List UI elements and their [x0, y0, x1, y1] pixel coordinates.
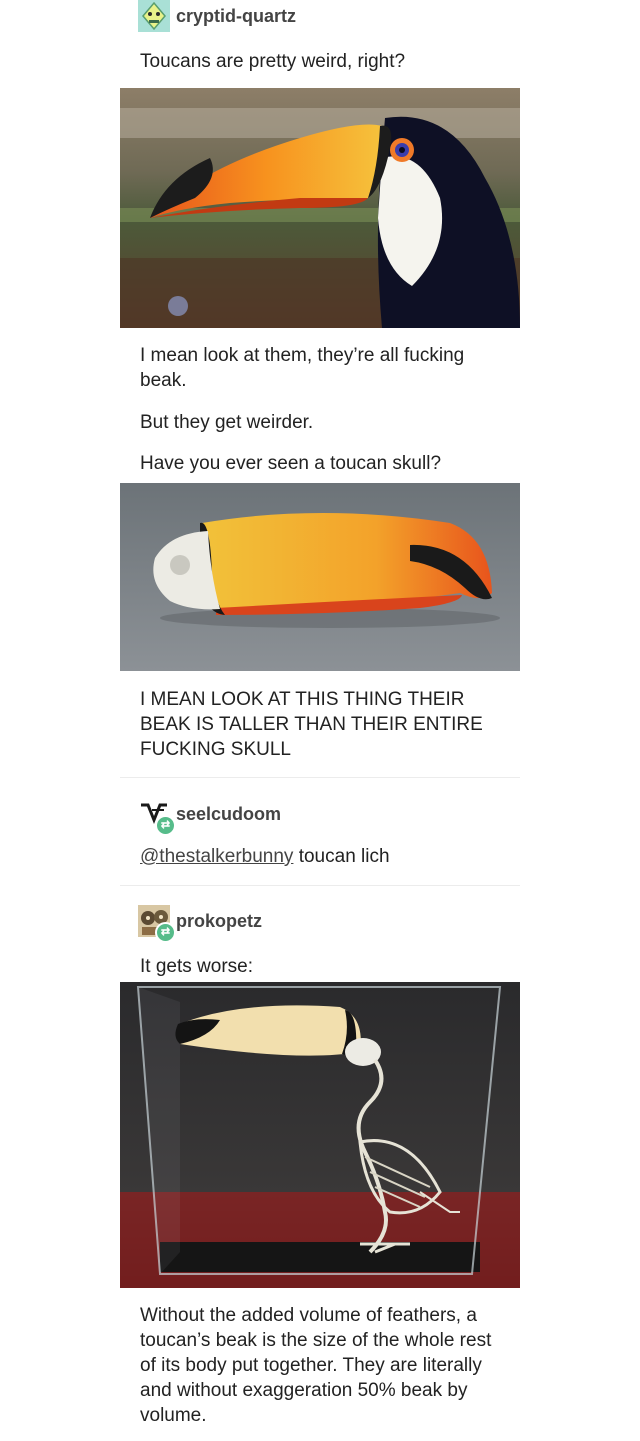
post-text: I MEAN LOOK AT THIS THING THEIR BEAK IS …: [140, 689, 483, 760]
reblog-icon: ⇄: [155, 922, 176, 943]
mention-link[interactable]: @thestalkerbunny: [140, 846, 293, 867]
reblog-icon: ⇄: [155, 815, 176, 836]
post-header-prokopetz: ⇄ prokopetz: [138, 905, 262, 943]
avatar-image: [138, 0, 170, 32]
avatar-cryptid-quartz[interactable]: [138, 0, 170, 32]
post-text: Have you ever seen a toucan skull?: [140, 453, 442, 474]
post-text: @thestalkerbunny toucan lich: [140, 844, 510, 869]
username[interactable]: prokopetz: [176, 911, 262, 932]
post-text: Without the added volume of feathers, a …: [140, 1305, 492, 1426]
toucan-photo: [120, 88, 520, 328]
post-text: Toucans are pretty weird, right?: [140, 51, 406, 72]
post-text: It gets worse:: [140, 956, 253, 976]
reblog-divider: [120, 777, 520, 778]
post-text-clip: It gets worse:: [140, 954, 510, 976]
username[interactable]: cryptid-quartz: [176, 6, 296, 27]
post-text: But they get weirder.: [140, 412, 314, 433]
reblog-divider: [120, 885, 520, 886]
post-header-cryptid-quartz: cryptid-quartz: [138, 0, 296, 32]
post-text: I mean look at them, they’re all fucking…: [140, 345, 465, 391]
post-text-tail: toucan lich: [293, 846, 390, 867]
toucan-skull-photo: [120, 483, 520, 671]
username[interactable]: seelcudoom: [176, 804, 281, 825]
avatar-seelcudoom[interactable]: ⇄: [138, 798, 176, 836]
post-header-seelcudoom: ⇄ seelcudoom: [138, 798, 281, 836]
avatar-prokopetz[interactable]: ⇄: [138, 905, 176, 943]
toucan-skeleton-photo: [120, 982, 520, 1288]
